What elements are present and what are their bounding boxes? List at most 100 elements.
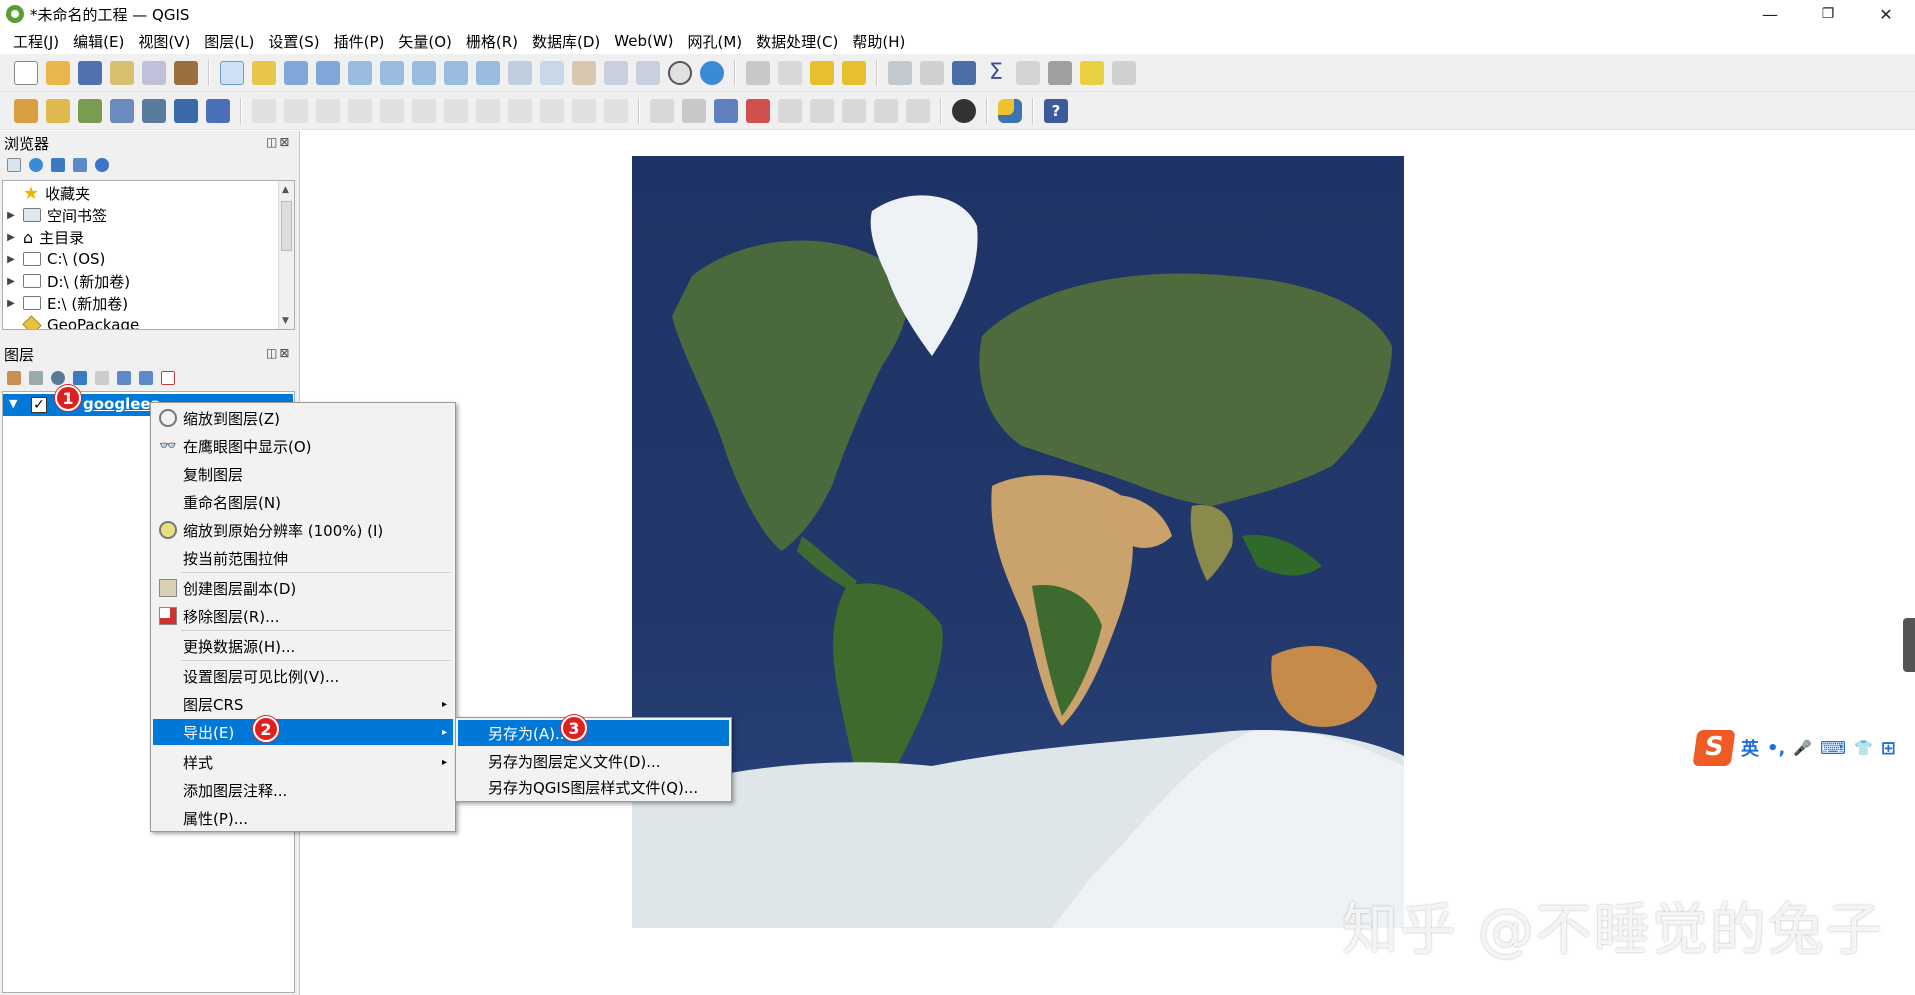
menu-project[interactable]: 工程(J) xyxy=(13,31,59,52)
statistics-sigma-icon[interactable]: Σ xyxy=(984,60,1008,85)
map-tips-icon[interactable] xyxy=(1080,60,1104,85)
menu-processing[interactable]: 数据处理(C) xyxy=(756,31,838,52)
layer-visibility-checkbox[interactable]: ✓ xyxy=(31,397,47,413)
menu-settings[interactable]: 设置(S) xyxy=(268,31,319,52)
minimize-button[interactable]: — xyxy=(1741,0,1799,28)
remove-layer-toolbar-icon[interactable] xyxy=(161,371,175,385)
help-icon[interactable]: ? xyxy=(1044,98,1068,123)
menu-item-save-layer-definition[interactable]: 另存为图层定义文件(D)... xyxy=(458,748,729,774)
label-toolbar-icon[interactable] xyxy=(650,98,674,123)
paste-features-icon[interactable] xyxy=(540,98,564,123)
pan-to-selection-icon[interactable] xyxy=(252,60,276,85)
attribute-table-icon[interactable] xyxy=(920,60,944,85)
menu-view[interactable]: 视图(V) xyxy=(138,31,190,52)
menu-layer[interactable]: 图层(L) xyxy=(204,31,254,52)
menu-item-create-copy[interactable]: 创建图层副本(D) xyxy=(153,575,453,601)
style-manager-icon[interactable] xyxy=(174,60,198,85)
toggle-editing-icon[interactable] xyxy=(252,98,276,123)
menu-item-zoom-native[interactable]: 缩放到原始分辨率 (100%) (I) xyxy=(153,517,453,543)
annotation-icon[interactable] xyxy=(1112,60,1136,85)
current-edits-icon[interactable] xyxy=(284,98,308,123)
save-as-icon[interactable] xyxy=(110,60,134,85)
microphone-icon[interactable]: 🎤 xyxy=(1793,739,1812,757)
menu-item-export[interactable]: 导出(E) ▸ xyxy=(153,719,453,745)
identify-icon[interactable] xyxy=(888,60,912,85)
add-virtual-layer-icon[interactable] xyxy=(206,98,230,123)
zoom-last-icon[interactable] xyxy=(476,60,500,85)
side-panel-handle[interactable] xyxy=(1903,618,1915,672)
menu-item-properties[interactable]: 属性(P)... xyxy=(153,805,453,831)
filter-legend-icon[interactable] xyxy=(73,371,87,385)
add-selected-icon[interactable] xyxy=(7,158,21,172)
filter-expression-icon[interactable] xyxy=(95,371,109,385)
collapse-arrow-icon[interactable]: ▼ xyxy=(9,397,17,410)
ime-language-toggle[interactable]: 英 xyxy=(1741,735,1759,761)
undo-icon[interactable] xyxy=(572,98,596,123)
zoom-layer-icon[interactable] xyxy=(412,60,436,85)
vertex-tool-icon[interactable] xyxy=(380,98,404,123)
menu-item-add-annotation[interactable]: 添加图层注释... xyxy=(153,777,453,803)
menu-mesh[interactable]: 网孔(M) xyxy=(688,31,743,52)
select-location-icon[interactable] xyxy=(842,60,866,85)
save-project-icon[interactable] xyxy=(78,60,102,85)
show-bookmarks-icon[interactable] xyxy=(636,60,660,85)
menu-plugins[interactable]: 插件(P) xyxy=(334,31,385,52)
open-project-icon[interactable] xyxy=(46,60,70,85)
collapse-all-layers-icon[interactable] xyxy=(139,371,153,385)
python-console-icon[interactable] xyxy=(998,98,1022,123)
browser-item-favorites[interactable]: ★ 收藏夹 xyxy=(3,182,90,204)
browser-item-geopackage[interactable]: GeoPackage xyxy=(3,314,139,329)
new-3d-view-icon[interactable] xyxy=(572,60,596,85)
modify-attributes-icon[interactable] xyxy=(412,98,436,123)
zoom-out-icon[interactable] xyxy=(316,60,340,85)
menu-item-save-as[interactable]: 另存为(A)... xyxy=(458,720,729,746)
deselect-icon[interactable] xyxy=(810,60,834,85)
menu-item-show-in-overview[interactable]: 👓 在鹰眼图中显示(O) xyxy=(153,433,453,459)
menu-item-save-qgis-style[interactable]: 另存为QGIS图层样式文件(Q)... xyxy=(458,774,729,800)
field-calculator-icon[interactable] xyxy=(1016,60,1040,85)
rotate-label-icon[interactable] xyxy=(810,98,834,123)
menu-item-scale-visibility[interactable]: 设置图层可见比例(V)... xyxy=(153,663,453,689)
select-by-value-icon[interactable] xyxy=(778,60,802,85)
toolbox-grid-icon[interactable]: ⊞ xyxy=(1881,738,1896,759)
cut-features-icon[interactable] xyxy=(476,98,500,123)
measure-icon[interactable] xyxy=(1048,60,1072,85)
processing-toolbox-icon[interactable] xyxy=(952,60,976,85)
select-features-icon[interactable] xyxy=(746,60,770,85)
new-map-view-icon[interactable] xyxy=(540,60,564,85)
redo-icon[interactable] xyxy=(604,98,628,123)
browser-scrollbar[interactable]: ▲ ▼ xyxy=(278,181,294,329)
move-label-icon[interactable] xyxy=(778,98,802,123)
browser-panel-buttons[interactable]: ◫⊠ xyxy=(266,135,291,149)
scroll-thumb[interactable] xyxy=(281,201,292,251)
zoom-in-icon[interactable] xyxy=(284,60,308,85)
menu-item-remove-layer[interactable]: 移除图层(R)... xyxy=(153,603,453,629)
menu-item-rename-layer[interactable]: 重命名图层(N) xyxy=(153,489,453,515)
menu-web[interactable]: Web(W) xyxy=(614,32,673,50)
new-project-icon[interactable] xyxy=(14,60,38,85)
info-icon[interactable] xyxy=(95,158,109,172)
menu-item-change-source[interactable]: 更换数据源(H)... xyxy=(153,633,453,659)
menu-item-duplicate-layer[interactable]: 复制图层 xyxy=(153,461,453,487)
menu-edit[interactable]: 编辑(E) xyxy=(73,31,124,52)
new-geopackage-icon[interactable] xyxy=(46,98,70,123)
change-label-icon[interactable] xyxy=(842,98,866,123)
copy-features-icon[interactable] xyxy=(508,98,532,123)
sogou-logo-icon[interactable]: S xyxy=(1692,730,1736,766)
expand-all-icon[interactable] xyxy=(117,371,131,385)
refresh-browser-icon[interactable] xyxy=(29,158,43,172)
pan-hand-icon[interactable] xyxy=(220,60,244,85)
pin-label-icon[interactable] xyxy=(714,98,738,123)
refresh-icon[interactable] xyxy=(700,60,724,85)
close-button[interactable]: ✕ xyxy=(1857,0,1915,28)
delete-selected-icon[interactable] xyxy=(444,98,468,123)
menu-item-styles[interactable]: 样式 ▸ xyxy=(153,749,453,775)
restore-button[interactable]: ❐ xyxy=(1799,0,1857,28)
zoom-selection-icon[interactable] xyxy=(380,60,404,85)
plugin-binoculars-icon[interactable] xyxy=(952,98,976,123)
show-hide-label-icon[interactable] xyxy=(874,98,898,123)
zoom-full-icon[interactable] xyxy=(348,60,372,85)
visibility-eye-icon[interactable] xyxy=(51,371,65,385)
menu-item-stretch-extent[interactable]: 按当前范围拉伸 xyxy=(153,545,453,571)
menu-help[interactable]: 帮助(H) xyxy=(852,31,905,52)
